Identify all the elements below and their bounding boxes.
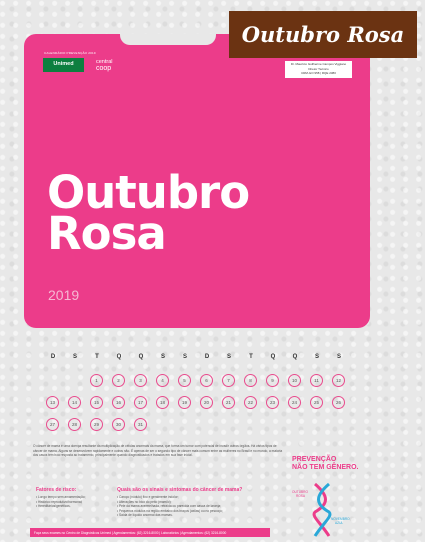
calendar-day: 16 [112,396,125,409]
sign-item: • Saída de líquido anormal das mamas. [117,513,173,518]
weekday-label: D [204,354,210,360]
risk-item: • Longo tempo sem amamentação; [36,495,86,499]
risk-heading: Fatores de risco: [36,487,77,493]
calendar-day: 7 [222,374,235,387]
weekday-label: S [226,354,231,360]
weekday-label: T [95,354,99,360]
calendar-day: 3 [134,374,147,387]
calendar-day: 4 [156,374,169,387]
weekday-label: Q [116,354,122,360]
calendar-day: 23 [266,396,279,409]
calendar-day: 14 [68,396,81,409]
calendar-day: 10 [288,374,301,387]
pink-label-2: ROSA [296,494,306,498]
weekday-label: D [50,354,56,360]
info-paragraph: O câncer de mama é uma doença resultante… [33,444,283,457]
poster-title: Outubro Rosa [47,170,250,260]
weekday-label: Q [292,354,298,360]
calendar-day: 25 [310,396,323,409]
calendar-day: 29 [90,418,103,431]
calendar-day: 13 [46,396,59,409]
calendar-day: 21 [222,396,235,409]
calendar-day: 30 [112,418,125,431]
risk-list: • Longo tempo sem amamentação; • Históric… [36,495,86,509]
calendar-day: 5 [178,374,191,387]
calendar-day: 2 [112,374,125,387]
calendar-day: 15 [90,396,103,409]
calendar-day: 9 [266,374,279,387]
calendar-day: 18 [156,396,169,409]
dna-ribbon-icon [312,482,332,537]
calendar-day: 28 [68,418,81,431]
logo-line-2: coop [96,65,112,73]
poster-year: 2019 [48,287,80,303]
blue-label: NOVEMBRO AZUL [331,517,350,525]
calendar-day: 31 [134,418,147,431]
top-caption: CALENDÁRIO PREVENÇÃO 2019 [44,51,96,55]
hanger-notch [120,34,216,45]
blue-label-2: AZUL [335,521,344,525]
weekday-label: S [72,354,77,360]
slogan-line-2: NÃO TEM GÊNERO. [292,464,359,471]
calendar-day: 24 [288,396,301,409]
calendar-day: 11 [310,374,323,387]
weekday-label: S [336,354,341,360]
calendar-day: 19 [178,396,191,409]
signs-heading: Quais são os sinais e sintomas do câncer… [117,487,243,493]
calendar-day: 26 [332,396,345,409]
calendar-day: 22 [244,396,257,409]
unimed-logo: Unimed [43,58,84,72]
risk-item: • Hereditários/genéticos. [36,504,71,509]
weekday-label: Q [138,354,144,360]
slogan-line-1: PREVENÇÃO [292,456,337,463]
weekday-label: S [160,354,165,360]
signs-list: • Caroço (nódulo) fixo e geralmente indo… [117,495,223,518]
calendar-day: 27 [46,418,59,431]
footer-bar: Faça seus exames no Centro de Diagnóstic… [30,528,270,537]
calendar-day: 1 [90,374,103,387]
calendar-day: 12 [332,374,345,387]
doctor-name: Dr. Maurício Guilherme Campos Viggiano [290,62,347,66]
calendar-day: 17 [134,396,147,409]
weekday-label: T [249,354,253,360]
title-line-2: Rosa [47,207,167,260]
doctor-card: Dr. Maurício Guilherme Campos Viggiano D… [285,61,352,78]
calendar-day: 8 [244,374,257,387]
doctor-crm: CRM-GO 958 | RQE 2380 [301,71,336,75]
weekday-label: S [182,354,187,360]
title-banner: Outubro Rosa [229,11,417,58]
calendar-day: 20 [200,396,213,409]
prevention-slogan: PREVENÇÃO NÃO TEM GÊNERO. [292,456,359,472]
pink-label: OUTUBRO ROSA [292,490,308,498]
weekday-label: Q [270,354,276,360]
calendar-day: 6 [200,374,213,387]
central-coop-logo: central coop [96,59,113,73]
weekday-label: S [314,354,319,360]
